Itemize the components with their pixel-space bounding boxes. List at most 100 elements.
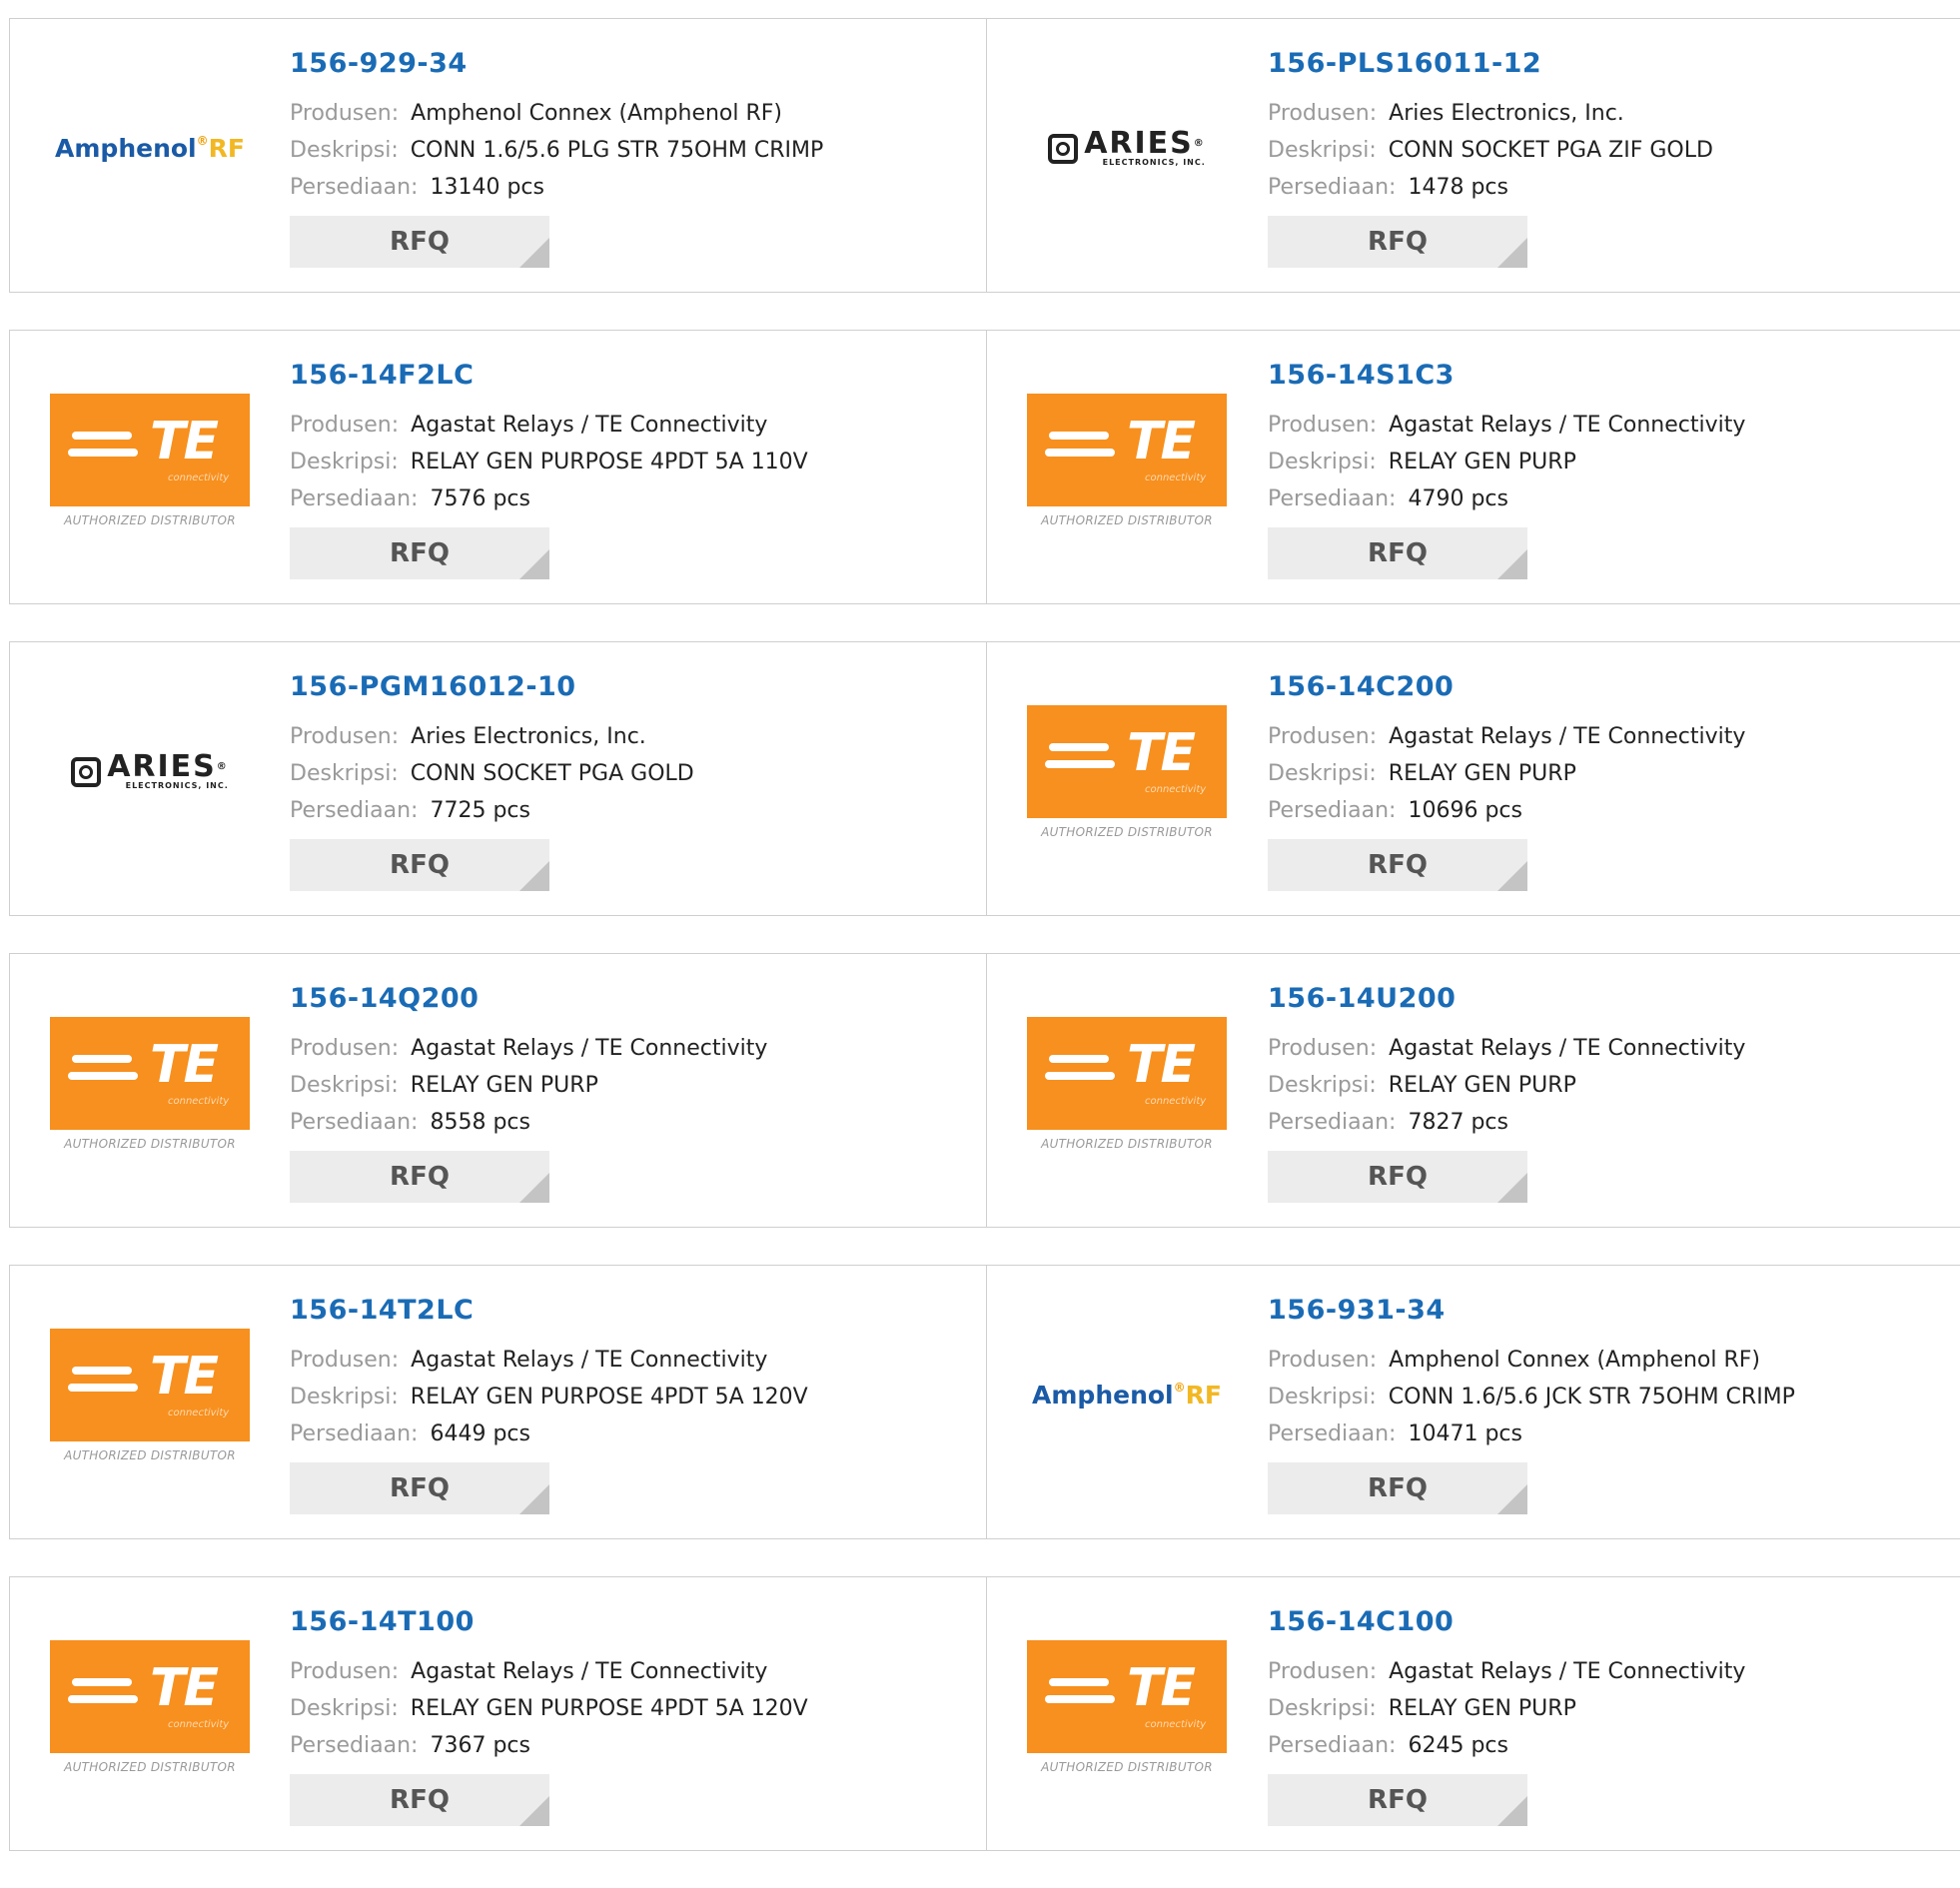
corner-triangle-icon	[1497, 1173, 1527, 1203]
description-row: Deskripsi: CONN 1.6/5.6 JCK STR 75OHM CRI…	[1268, 1379, 1795, 1416]
corner-triangle-icon	[1497, 861, 1527, 891]
te-bars-icon	[68, 1366, 138, 1401]
te-connectivity-logo: TE connectivity AUTHORIZED DISTRIBUTOR	[1027, 393, 1227, 527]
amphenol-word: Amphenol	[55, 134, 197, 163]
corner-triangle-icon	[1497, 238, 1527, 268]
manufacturer-value: Agastat Relays / TE Connectivity	[1389, 413, 1746, 438]
aries-word: ARIES®	[107, 749, 229, 784]
rfq-button[interactable]: RFQ	[290, 1462, 549, 1514]
aries-electronics-logo: ARIES® ELECTRONICS, INC.	[71, 749, 229, 790]
rfq-label: RFQ	[1368, 1473, 1428, 1503]
stock-value: 6449 pcs	[430, 1421, 530, 1446]
rfq-label: RFQ	[390, 850, 450, 880]
description-label: Deskripsi:	[290, 450, 399, 474]
registered-mark: ®	[1173, 1381, 1186, 1395]
manufacturer-row: Produsen: Agastat Relays / TE Connectivit…	[290, 407, 808, 444]
stock-row: Persediaan: 10471 pcs	[1268, 1416, 1795, 1452]
rfq-button[interactable]: RFQ	[290, 1774, 549, 1826]
rfq-button[interactable]: RFQ	[1268, 527, 1527, 579]
part-number-link[interactable]: 156-931-34	[1268, 1296, 1795, 1326]
te-bars-icon	[1045, 742, 1115, 777]
description-label: Deskripsi:	[1268, 138, 1377, 163]
stock-row: Persediaan: 4790 pcs	[1268, 480, 1745, 517]
product-card: ARIES® ELECTRONICS, INC. 156-PGM16012-10…	[10, 642, 987, 915]
te-logo-text: TE	[150, 1034, 219, 1095]
te-logo-sub: connectivity	[168, 1095, 230, 1107]
manufacturer-value: Amphenol Connex (Amphenol RF)	[1389, 1348, 1761, 1373]
rfq-button[interactable]: RFQ	[290, 839, 549, 891]
stock-value: 7576 pcs	[430, 486, 530, 511]
description-value: CONN 1.6/5.6 JCK STR 75OHM CRIMP	[1388, 1385, 1795, 1410]
rfq-button[interactable]: RFQ	[1268, 1151, 1527, 1203]
stock-label: Persediaan:	[1268, 1110, 1397, 1135]
part-number-link[interactable]: 156-14C200	[1268, 672, 1745, 702]
manufacturer-row: Produsen: Aries Electronics, Inc.	[290, 718, 694, 755]
product-info: 156-14C100 Produsen: Agastat Relays / TE …	[1268, 1607, 1745, 1826]
description-label: Deskripsi:	[1268, 450, 1377, 474]
product-card: Amphenol®RF 156-931-34 Produsen: Amphenol…	[987, 1266, 1960, 1538]
manufacturer-label: Produsen:	[1268, 1036, 1378, 1061]
description-row: Deskripsi: CONN SOCKET PGA ZIF GOLD	[1268, 132, 1713, 169]
part-number-link[interactable]: 156-14T100	[290, 1607, 808, 1637]
product-grid: Amphenol ® RF 156-929-34 Produsen: Amphenol…	[9, 18, 1960, 1888]
stock-value: 4790 pcs	[1408, 486, 1508, 511]
product-row: TE connectivity AUTHORIZED DISTRIBUTOR 1…	[9, 330, 1960, 604]
description-row: Deskripsi: RELAY GEN PURPOSE 4PDT 5A 120V	[290, 1379, 808, 1416]
corner-triangle-icon	[1497, 1484, 1527, 1514]
manufacturer-logo: ARIES® ELECTRONICS, INC.	[1027, 71, 1227, 226]
te-connectivity-logo: TE connectivity AUTHORIZED DISTRIBUTOR	[50, 1639, 250, 1774]
stock-row: Persediaan: 7827 pcs	[1268, 1104, 1745, 1141]
product-card: TE connectivity AUTHORIZED DISTRIBUTOR 1…	[987, 1577, 1960, 1850]
rfq-button[interactable]: RFQ	[1268, 1462, 1527, 1514]
rfq-button[interactable]: RFQ	[1268, 839, 1527, 891]
part-number-link[interactable]: 156-PLS16011-12	[1268, 49, 1713, 79]
authorized-distributor-label: AUTHORIZED DISTRIBUTOR	[64, 1136, 236, 1151]
te-logo-sub: connectivity	[1145, 472, 1207, 483]
product-row: TE connectivity AUTHORIZED DISTRIBUTOR 1…	[9, 1576, 1960, 1851]
part-number-link[interactable]: 156-PGM16012-10	[290, 672, 694, 702]
description-row: Deskripsi: RELAY GEN PURPOSE 4PDT 5A 110V	[290, 444, 808, 480]
authorized-distributor-label: AUTHORIZED DISTRIBUTOR	[1041, 824, 1213, 839]
stock-value: 7725 pcs	[430, 798, 530, 823]
part-number-link[interactable]: 156-14U200	[1268, 984, 1745, 1014]
description-label: Deskripsi:	[290, 1385, 399, 1410]
part-number-link[interactable]: 156-14C100	[1268, 1607, 1745, 1637]
manufacturer-label: Produsen:	[1268, 724, 1378, 749]
stock-label: Persediaan:	[290, 1733, 419, 1758]
part-number-link[interactable]: 156-14F2LC	[290, 361, 808, 391]
product-info: 156-14Q200 Produsen: Agastat Relays / TE …	[290, 984, 767, 1203]
authorized-distributor-label: AUTHORIZED DISTRIBUTOR	[64, 1447, 236, 1462]
description-label: Deskripsi:	[290, 1696, 399, 1721]
manufacturer-logo: TE connectivity AUTHORIZED DISTRIBUTOR	[1027, 694, 1227, 849]
manufacturer-row: Produsen: Agastat Relays / TE Connectivit…	[290, 1653, 808, 1690]
rfq-button[interactable]: RFQ	[1268, 1774, 1527, 1826]
product-info: 156-14T100 Produsen: Agastat Relays / TE …	[290, 1607, 808, 1826]
manufacturer-value: Agastat Relays / TE Connectivity	[411, 1036, 768, 1061]
rfq-button[interactable]: RFQ	[290, 216, 549, 268]
rfq-button[interactable]: RFQ	[290, 527, 549, 579]
rfq-button[interactable]: RFQ	[1268, 216, 1527, 268]
rfq-label: RFQ	[390, 227, 450, 257]
stock-value: 6245 pcs	[1408, 1733, 1508, 1758]
rf-word: RF	[208, 134, 245, 163]
part-number-link[interactable]: 156-14S1C3	[1268, 361, 1745, 391]
rfq-label: RFQ	[390, 538, 450, 568]
te-logo-box: TE connectivity	[50, 1016, 250, 1130]
manufacturer-value: Agastat Relays / TE Connectivity	[411, 413, 768, 438]
te-logo-text: TE	[1127, 722, 1196, 783]
stock-row: Persediaan: 10696 pcs	[1268, 792, 1745, 829]
manufacturer-label: Produsen:	[1268, 1659, 1378, 1684]
authorized-distributor-label: AUTHORIZED DISTRIBUTOR	[64, 512, 236, 527]
part-number-link[interactable]: 156-14Q200	[290, 984, 767, 1014]
rfq-button[interactable]: RFQ	[290, 1151, 549, 1203]
product-card: TE connectivity AUTHORIZED DISTRIBUTOR 1…	[10, 1577, 987, 1850]
part-number-link[interactable]: 156-14T2LC	[290, 1296, 808, 1326]
product-row: ARIES® ELECTRONICS, INC. 156-PGM16012-10…	[9, 641, 1960, 916]
te-logo-text: TE	[1127, 1034, 1196, 1095]
stock-label: Persediaan:	[1268, 1733, 1397, 1758]
aries-sub: ELECTRONICS, INC.	[125, 781, 229, 790]
te-bars-icon	[1045, 1677, 1115, 1712]
part-number-link[interactable]: 156-929-34	[290, 49, 823, 79]
rfq-label: RFQ	[1368, 1162, 1428, 1192]
aries-electronics-logo: ARIES® ELECTRONICS, INC.	[1048, 129, 1206, 167]
